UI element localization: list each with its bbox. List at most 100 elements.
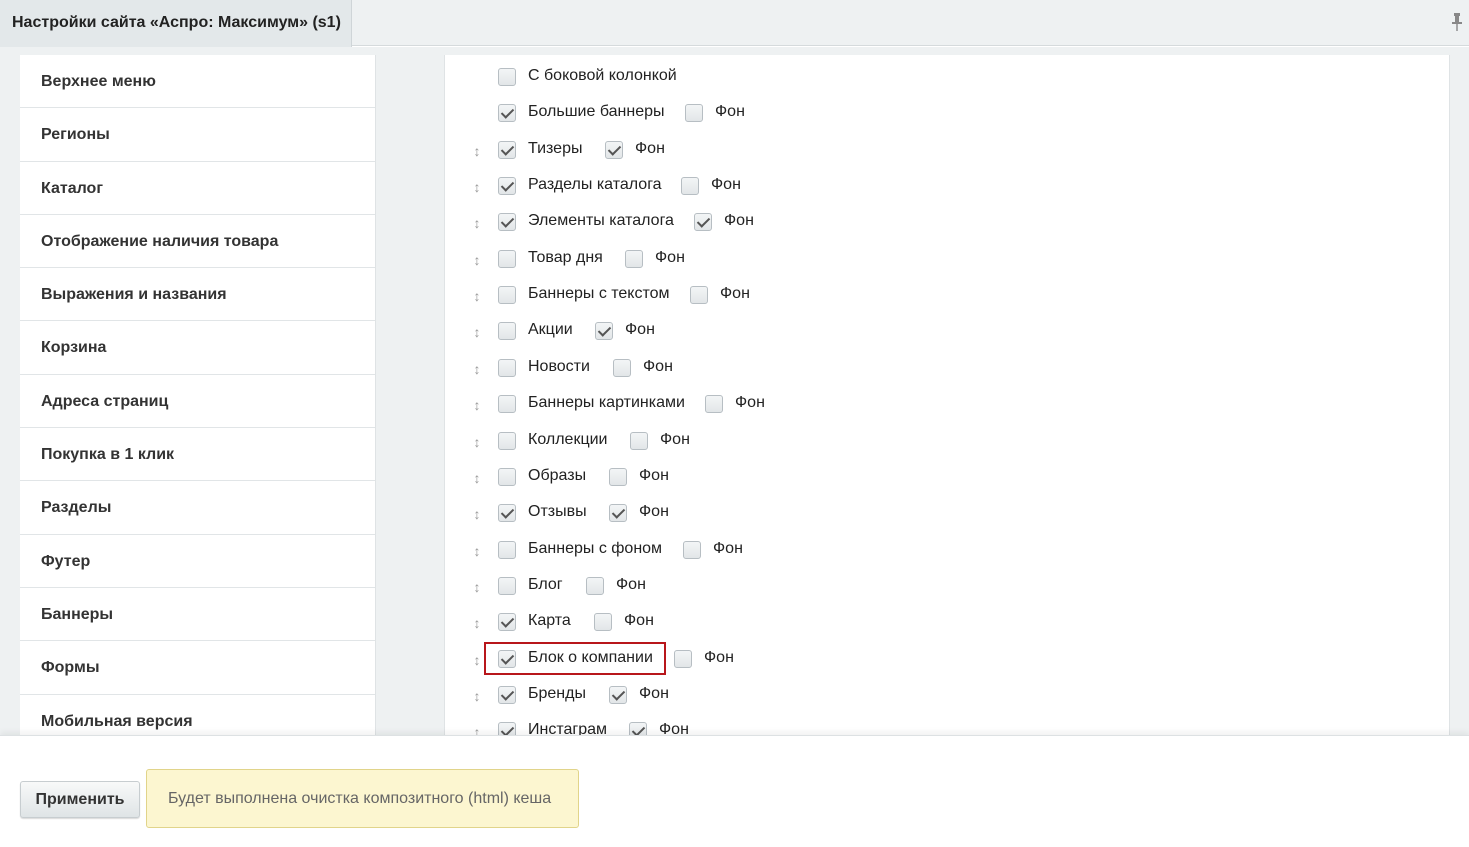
sidebar-item[interactable]: Адреса страниц (20, 375, 375, 429)
drag-handle-icon[interactable]: ↕ (471, 214, 483, 232)
block-checkbox[interactable] (498, 431, 516, 450)
background-label[interactable]: Фон (616, 576, 646, 594)
background-label[interactable]: Фон (659, 721, 689, 735)
background-checkbox[interactable] (613, 358, 631, 377)
block-checkbox[interactable] (498, 104, 516, 123)
block-checkbox[interactable] (498, 540, 516, 559)
drag-handle-icon[interactable]: ↕ (471, 178, 483, 196)
background-label[interactable]: Фон (635, 140, 665, 158)
drag-handle-icon[interactable]: ↕ (471, 687, 483, 705)
background-label[interactable]: Фон (624, 612, 654, 630)
background-label[interactable]: Фон (720, 285, 750, 303)
sidebar-item[interactable]: Выражения и названия (20, 268, 375, 322)
background-checkbox[interactable] (681, 177, 699, 196)
block-label[interactable]: Бренды (528, 685, 586, 703)
sidebar-item[interactable]: Баннеры (20, 588, 375, 642)
block-label[interactable]: Блок о компании (528, 649, 653, 667)
background-checkbox[interactable] (609, 685, 627, 704)
drag-handle-icon[interactable]: ↕ (471, 433, 483, 451)
block-label[interactable]: Баннеры картинками (528, 394, 685, 412)
sidebar-item[interactable]: Разделы (20, 481, 375, 535)
drag-handle-icon[interactable]: ↕ (471, 542, 483, 560)
block-label[interactable]: Большие баннеры (528, 103, 665, 121)
block-checkbox[interactable] (498, 395, 516, 414)
block-label[interactable]: Новости (528, 358, 590, 376)
sidebar-item[interactable]: Отображение наличия товара (20, 215, 375, 269)
drag-handle-icon[interactable]: ↕ (471, 142, 483, 160)
block-label[interactable]: Инстаграм (528, 721, 607, 735)
background-checkbox[interactable] (630, 431, 648, 450)
block-checkbox[interactable] (498, 177, 516, 196)
background-checkbox[interactable] (694, 213, 712, 232)
drag-handle-icon[interactable]: ↕ (471, 323, 483, 341)
block-checkbox[interactable] (498, 576, 516, 595)
block-checkbox[interactable] (498, 613, 516, 632)
block-label[interactable]: Элементы каталога (528, 212, 674, 230)
sidebar-item[interactable]: Корзина (20, 321, 375, 375)
tab-site-settings[interactable]: Настройки сайта «Аспро: Максимум» (s1) (0, 0, 352, 47)
block-checkbox[interactable] (498, 649, 516, 668)
background-checkbox[interactable] (595, 322, 613, 341)
block-label[interactable]: С боковой колонкой (528, 67, 677, 85)
background-label[interactable]: Фон (724, 212, 754, 230)
background-label[interactable]: Фон (643, 358, 673, 376)
background-checkbox[interactable] (690, 286, 708, 305)
background-label[interactable]: Фон (711, 176, 741, 194)
block-label[interactable]: Карта (528, 612, 571, 630)
block-label[interactable]: Коллекции (528, 431, 607, 449)
background-label[interactable]: Фон (660, 431, 690, 449)
drag-handle-icon[interactable]: ↕ (471, 251, 483, 269)
background-checkbox[interactable] (586, 576, 604, 595)
drag-handle-icon[interactable]: ↕ (471, 360, 483, 378)
block-label[interactable]: Баннеры с текстом (528, 285, 670, 303)
block-checkbox[interactable] (498, 467, 516, 486)
block-checkbox[interactable] (498, 504, 516, 523)
drag-handle-icon[interactable]: ↕ (471, 287, 483, 305)
block-checkbox[interactable] (498, 722, 516, 735)
drag-handle-icon[interactable]: ↕ (471, 614, 483, 632)
drag-handle-icon[interactable]: ↕ (471, 505, 483, 523)
background-label[interactable]: Фон (704, 649, 734, 667)
sidebar-item[interactable]: Формы (20, 641, 375, 695)
block-checkbox[interactable] (498, 685, 516, 704)
block-label[interactable]: Образы (528, 467, 586, 485)
background-checkbox[interactable] (685, 104, 703, 123)
sidebar-item[interactable]: Футер (20, 535, 375, 588)
background-checkbox[interactable] (625, 249, 643, 268)
block-checkbox[interactable] (498, 322, 516, 341)
background-checkbox[interactable] (605, 140, 623, 159)
drag-handle-icon[interactable]: ↕ (471, 396, 483, 414)
background-label[interactable]: Фон (715, 103, 745, 121)
sidebar-item[interactable]: Покупка в 1 клик (20, 428, 375, 482)
background-checkbox[interactable] (594, 613, 612, 632)
drag-handle-icon[interactable]: ↕ (471, 578, 483, 596)
pin-icon[interactable] (1451, 12, 1463, 32)
block-label[interactable]: Отзывы (528, 503, 587, 521)
drag-handle-icon[interactable]: ↕ (471, 723, 483, 735)
background-checkbox[interactable] (683, 540, 701, 559)
sidebar-item[interactable]: Верхнее меню (20, 55, 375, 109)
background-label[interactable]: Фон (625, 321, 655, 339)
background-label[interactable]: Фон (639, 467, 669, 485)
block-checkbox[interactable] (498, 286, 516, 305)
background-checkbox[interactable] (609, 467, 627, 486)
block-checkbox[interactable] (498, 140, 516, 159)
block-label[interactable]: Товар дня (528, 249, 603, 267)
background-checkbox[interactable] (674, 649, 692, 668)
block-checkbox[interactable] (498, 358, 516, 377)
block-label[interactable]: Разделы каталога (528, 176, 662, 194)
block-checkbox[interactable] (498, 68, 516, 86)
block-label[interactable]: Акции (528, 321, 573, 339)
background-checkbox[interactable] (705, 395, 723, 414)
sidebar-item[interactable]: Регионы (20, 108, 375, 162)
drag-handle-icon[interactable]: ↕ (471, 651, 483, 669)
block-checkbox[interactable] (498, 249, 516, 268)
background-label[interactable]: Фон (655, 249, 685, 267)
block-label[interactable]: Тизеры (528, 140, 582, 158)
background-label[interactable]: Фон (639, 503, 669, 521)
background-label[interactable]: Фон (639, 685, 669, 703)
block-label[interactable]: Блог (528, 576, 563, 594)
sidebar-item[interactable]: Каталог (20, 162, 375, 215)
drag-handle-icon[interactable]: ↕ (471, 469, 483, 487)
background-label[interactable]: Фон (735, 394, 765, 412)
